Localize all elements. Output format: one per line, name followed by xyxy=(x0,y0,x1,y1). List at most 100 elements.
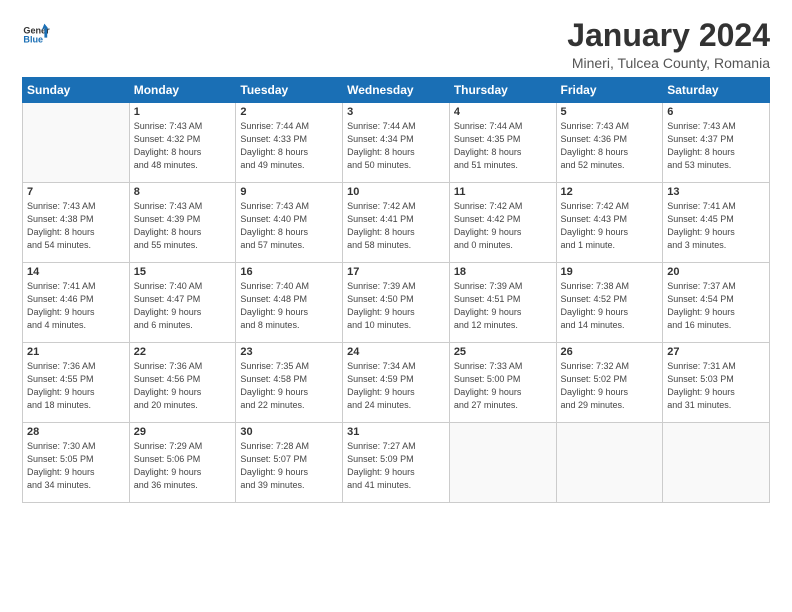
day-number: 21 xyxy=(27,346,125,358)
table-cell: 13 Sunrise: 7:41 AMSunset: 4:45 PMDayligh… xyxy=(663,183,770,263)
table-cell: 12 Sunrise: 7:42 AMSunset: 4:43 PMDayligh… xyxy=(556,183,663,263)
table-cell: 20 Sunrise: 7:37 AMSunset: 4:54 PMDayligh… xyxy=(663,263,770,343)
header-saturday: Saturday xyxy=(663,78,770,103)
day-number: 11 xyxy=(454,186,552,198)
header-sunday: Sunday xyxy=(23,78,130,103)
day-info: Sunrise: 7:43 AMSunset: 4:37 PMDaylight:… xyxy=(667,120,765,172)
day-info: Sunrise: 7:41 AMSunset: 4:45 PMDaylight:… xyxy=(667,200,765,252)
day-number: 3 xyxy=(347,106,445,118)
calendar-title: January 2024 xyxy=(567,18,770,53)
table-cell: 19Sunrise: 7:38 AMSunset: 4:52 PMDayligh… xyxy=(556,263,663,343)
table-cell: 15Sunrise: 7:40 AMSunset: 4:47 PMDayligh… xyxy=(129,263,236,343)
day-number: 13 xyxy=(667,186,765,198)
header-friday: Friday xyxy=(556,78,663,103)
day-number: 26 xyxy=(561,346,659,358)
day-number: 24 xyxy=(347,346,445,358)
day-info: Sunrise: 7:32 AMSunset: 5:02 PMDaylight:… xyxy=(561,360,659,412)
day-info: Sunrise: 7:44 AMSunset: 4:35 PMDaylight:… xyxy=(454,120,552,172)
day-info: Sunrise: 7:43 AMSunset: 4:39 PMDaylight:… xyxy=(134,200,232,252)
table-cell: 31Sunrise: 7:27 AMSunset: 5:09 PMDayligh… xyxy=(343,423,450,503)
title-block: January 2024 Mineri, Tulcea County, Roma… xyxy=(567,18,770,71)
day-info: Sunrise: 7:35 AMSunset: 4:58 PMDaylight:… xyxy=(240,360,338,412)
table-cell: 23 Sunrise: 7:35 AMSunset: 4:58 PMDayligh… xyxy=(236,343,343,423)
table-row: 1 Sunrise: 7:43 AMSunset: 4:32 PMDaylight… xyxy=(23,103,770,183)
table-cell xyxy=(663,423,770,503)
svg-text:Blue: Blue xyxy=(23,35,43,45)
table-row: 14Sunrise: 7:41 AMSunset: 4:46 PMDayligh… xyxy=(23,263,770,343)
calendar-table: Sunday Monday Tuesday Wednesday Thursday… xyxy=(22,77,770,503)
day-number: 1 xyxy=(134,106,232,118)
header-thursday: Thursday xyxy=(449,78,556,103)
day-info: Sunrise: 7:42 AMSunset: 4:42 PMDaylight:… xyxy=(454,200,552,252)
day-number: 12 xyxy=(561,186,659,198)
header-monday: Monday xyxy=(129,78,236,103)
day-number: 2 xyxy=(240,106,338,118)
table-row: 21 Sunrise: 7:36 AMSunset: 4:55 PMDayligh… xyxy=(23,343,770,423)
day-info: Sunrise: 7:44 AMSunset: 4:33 PMDaylight:… xyxy=(240,120,338,172)
table-cell: 11 Sunrise: 7:42 AMSunset: 4:42 PMDayligh… xyxy=(449,183,556,263)
table-cell xyxy=(556,423,663,503)
table-cell: 21 Sunrise: 7:36 AMSunset: 4:55 PMDayligh… xyxy=(23,343,130,423)
day-number: 30 xyxy=(240,426,338,438)
day-number: 10 xyxy=(347,186,445,198)
table-cell: 4 Sunrise: 7:44 AMSunset: 4:35 PMDaylight… xyxy=(449,103,556,183)
table-cell: 2 Sunrise: 7:44 AMSunset: 4:33 PMDaylight… xyxy=(236,103,343,183)
logo-icon: General Blue xyxy=(22,18,50,46)
header-tuesday: Tuesday xyxy=(236,78,343,103)
day-number: 16 xyxy=(240,266,338,278)
table-row: 7Sunrise: 7:43 AMSunset: 4:38 PMDaylight… xyxy=(23,183,770,263)
table-cell: 8 Sunrise: 7:43 AMSunset: 4:39 PMDaylight… xyxy=(129,183,236,263)
day-number: 27 xyxy=(667,346,765,358)
day-number: 17 xyxy=(347,266,445,278)
table-cell: 6 Sunrise: 7:43 AMSunset: 4:37 PMDaylight… xyxy=(663,103,770,183)
table-cell: 17Sunrise: 7:39 AMSunset: 4:50 PMDayligh… xyxy=(343,263,450,343)
day-info: Sunrise: 7:33 AMSunset: 5:00 PMDaylight:… xyxy=(454,360,552,412)
day-info: Sunrise: 7:43 AMSunset: 4:32 PMDaylight:… xyxy=(134,120,232,172)
table-cell: 28 Sunrise: 7:30 AMSunset: 5:05 PMDayligh… xyxy=(23,423,130,503)
table-cell: 26 Sunrise: 7:32 AMSunset: 5:02 PMDayligh… xyxy=(556,343,663,423)
day-number: 4 xyxy=(454,106,552,118)
day-number: 18 xyxy=(454,266,552,278)
day-info: Sunrise: 7:42 AMSunset: 4:43 PMDaylight:… xyxy=(561,200,659,252)
table-cell xyxy=(23,103,130,183)
day-number: 23 xyxy=(240,346,338,358)
table-cell: 10 Sunrise: 7:42 AMSunset: 4:41 PMDayligh… xyxy=(343,183,450,263)
day-number: 6 xyxy=(667,106,765,118)
day-number: 28 xyxy=(27,426,125,438)
table-cell: 5 Sunrise: 7:43 AMSunset: 4:36 PMDaylight… xyxy=(556,103,663,183)
table-cell: 18 Sunrise: 7:39 AMSunset: 4:51 PMDayligh… xyxy=(449,263,556,343)
day-number: 5 xyxy=(561,106,659,118)
table-cell: 9Sunrise: 7:43 AMSunset: 4:40 PMDaylight… xyxy=(236,183,343,263)
day-info: Sunrise: 7:34 AMSunset: 4:59 PMDaylight:… xyxy=(347,360,445,412)
table-cell: 1 Sunrise: 7:43 AMSunset: 4:32 PMDaylight… xyxy=(129,103,236,183)
day-number: 8 xyxy=(134,186,232,198)
day-info: Sunrise: 7:27 AMSunset: 5:09 PMDaylight:… xyxy=(347,440,445,492)
day-info: Sunrise: 7:30 AMSunset: 5:05 PMDaylight:… xyxy=(27,440,125,492)
day-info: Sunrise: 7:43 AMSunset: 4:36 PMDaylight:… xyxy=(561,120,659,172)
day-info: Sunrise: 7:36 AMSunset: 4:55 PMDaylight:… xyxy=(27,360,125,412)
day-info: Sunrise: 7:29 AMSunset: 5:06 PMDaylight:… xyxy=(134,440,232,492)
table-cell: 27Sunrise: 7:31 AMSunset: 5:03 PMDayligh… xyxy=(663,343,770,423)
logo: General Blue xyxy=(22,18,50,46)
calendar-body: 1 Sunrise: 7:43 AMSunset: 4:32 PMDaylight… xyxy=(23,103,770,503)
table-cell: 25 Sunrise: 7:33 AMSunset: 5:00 PMDayligh… xyxy=(449,343,556,423)
header-wednesday: Wednesday xyxy=(343,78,450,103)
header-row: Sunday Monday Tuesday Wednesday Thursday… xyxy=(23,78,770,103)
day-number: 20 xyxy=(667,266,765,278)
table-cell: 22Sunrise: 7:36 AMSunset: 4:56 PMDayligh… xyxy=(129,343,236,423)
day-info: Sunrise: 7:42 AMSunset: 4:41 PMDaylight:… xyxy=(347,200,445,252)
day-info: Sunrise: 7:43 AMSunset: 4:38 PMDaylight:… xyxy=(27,200,125,252)
day-info: Sunrise: 7:39 AMSunset: 4:51 PMDaylight:… xyxy=(454,280,552,332)
day-number: 19 xyxy=(561,266,659,278)
day-info: Sunrise: 7:41 AMSunset: 4:46 PMDaylight:… xyxy=(27,280,125,332)
table-cell: 24 Sunrise: 7:34 AMSunset: 4:59 PMDayligh… xyxy=(343,343,450,423)
table-cell: 30 Sunrise: 7:28 AMSunset: 5:07 PMDayligh… xyxy=(236,423,343,503)
day-info: Sunrise: 7:28 AMSunset: 5:07 PMDaylight:… xyxy=(240,440,338,492)
table-cell: 14Sunrise: 7:41 AMSunset: 4:46 PMDayligh… xyxy=(23,263,130,343)
table-cell: 16Sunrise: 7:40 AMSunset: 4:48 PMDayligh… xyxy=(236,263,343,343)
day-info: Sunrise: 7:37 AMSunset: 4:54 PMDaylight:… xyxy=(667,280,765,332)
table-cell: 3Sunrise: 7:44 AMSunset: 4:34 PMDaylight… xyxy=(343,103,450,183)
day-number: 25 xyxy=(454,346,552,358)
day-number: 15 xyxy=(134,266,232,278)
table-cell: 7Sunrise: 7:43 AMSunset: 4:38 PMDaylight… xyxy=(23,183,130,263)
